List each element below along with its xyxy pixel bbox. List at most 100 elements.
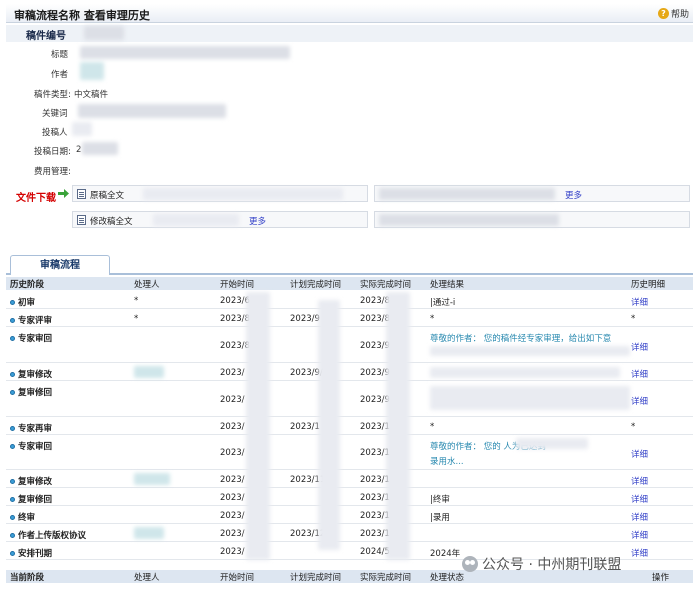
stage-cell: 作者上传版权协议: [10, 529, 86, 541]
table-row: 复审修改 2023/ 2023/9/ 2023/9 详细: [6, 364, 693, 381]
stage-cell: 复审修回: [10, 493, 52, 505]
table-row: 复审修回 2023/ 2023/9 详细: [6, 382, 693, 417]
tab-bar: 审稿流程: [6, 255, 693, 275]
submitter-label: 投稿人: [42, 128, 68, 138]
result-cell: 2024年: [430, 549, 461, 559]
result-cell: |通过-i: [430, 298, 456, 308]
arrow-right-icon: [58, 189, 69, 198]
author-label: 作者: [51, 70, 69, 80]
start-cell: 2023/: [220, 511, 245, 521]
stage-cell: 专家审回: [10, 332, 52, 344]
result-cell: *: [430, 314, 435, 324]
col-current-actual: 实际完成时间: [360, 573, 412, 583]
detail-link[interactable]: 详细: [631, 547, 648, 559]
start-cell: 2023/: [220, 368, 245, 378]
start-cell: 2023/: [220, 448, 245, 458]
original-fulltext-link[interactable]: 原稿全文: [90, 189, 124, 201]
detail-link[interactable]: 详细: [631, 448, 648, 460]
detail-link[interactable]: 详细: [631, 296, 648, 308]
fee-label: 费用管理:: [34, 167, 71, 177]
wechat-icon: [462, 556, 478, 572]
keywords-label: 关键词: [42, 109, 68, 119]
bullet-icon: [10, 496, 15, 502]
bullet-icon: [10, 532, 15, 538]
manuscript-id-label: 稿件编号: [26, 31, 66, 42]
original-download-box: 原稿全文: [72, 185, 368, 202]
bullet-icon: [10, 550, 15, 556]
table-row: 终审 2023/ 2023/1 |录用 详细: [6, 507, 693, 524]
start-cell: 2023/: [220, 529, 245, 539]
table-row: 复审修改 2023/ 2023/11, 2023/1 详细: [6, 471, 693, 488]
col-planned-time: 计划完成时间: [290, 280, 342, 290]
help-icon: ?: [657, 8, 669, 19]
detail-link[interactable]: 详细: [631, 341, 648, 353]
plan-cell: 2023/1: [290, 422, 320, 432]
col-detail: 历史明细: [631, 280, 666, 290]
result-cell-continued: 录用水...: [430, 457, 464, 467]
start-cell: 2023/: [220, 395, 245, 405]
result-cell: |终审: [430, 495, 450, 505]
col-current-handler: 处理人: [134, 573, 160, 583]
date-value: 2: [76, 145, 82, 155]
bullet-icon: [10, 335, 15, 341]
detail-cell: *: [631, 422, 636, 432]
result-cell: |录用: [430, 513, 450, 523]
table-row: 专家评审 * 2023/8 2023/9 2023/8 * *: [6, 310, 693, 327]
detail-link[interactable]: 详细: [631, 475, 648, 487]
start-cell: 2023/: [220, 547, 245, 557]
detail-link[interactable]: 详细: [631, 395, 648, 407]
stage-cell: 专家再审: [10, 422, 52, 434]
watermark: 公众号 · 中州期刊联盟: [462, 554, 621, 574]
col-current-start: 开始时间: [220, 573, 255, 583]
table-row: 初审 * 2023/6 2023/8 |通过-i 详细: [6, 292, 693, 309]
bullet-icon: [10, 425, 15, 431]
type-value: 中文稿件: [74, 90, 109, 100]
table-row: 复审修回 2023/ 2023/1 |终审 详细: [6, 489, 693, 506]
detail-link[interactable]: 详细: [631, 529, 648, 541]
bullet-icon: [10, 514, 15, 520]
result-cell: 尊敬的作者： 您的稿件经专家审理，给出如下意: [430, 334, 612, 344]
stage-cell: 复审修回: [10, 386, 52, 398]
start-cell: 2023/: [220, 475, 245, 485]
title-label: 标题: [51, 50, 69, 60]
stage-cell: 复审修改: [10, 368, 52, 380]
col-current-status: 处理状态: [430, 573, 465, 583]
bullet-icon: [10, 299, 15, 305]
result-cell: *: [430, 422, 435, 432]
col-current-operation: 操作: [652, 573, 670, 583]
detail-link[interactable]: 详细: [631, 368, 648, 380]
col-start-time: 开始时间: [220, 280, 255, 290]
table-row: 专家再审 2023/ 2023/1 2023/1 * *: [6, 418, 693, 435]
more-link-1[interactable]: 更多: [565, 189, 582, 201]
stage-cell: 专家评审: [10, 314, 52, 326]
stage-cell: 安排刊期: [10, 547, 52, 559]
table-row: 作者上传版权协议 2023/ 2023/12/ 2023/1 详细: [6, 525, 693, 542]
stage-cell: 终审: [10, 511, 35, 523]
table-row: 专家审回 2023/8 2023/9 尊敬的作者： 您的稿件经专家审理，给出如下…: [6, 328, 693, 363]
detail-link[interactable]: 详细: [631, 493, 648, 505]
help-label: 帮助: [670, 10, 689, 20]
start-cell: 2023/: [220, 493, 245, 503]
type-label: 稿件类型:: [34, 90, 71, 100]
bullet-icon: [10, 389, 15, 395]
tab-review-process[interactable]: 审稿流程: [10, 255, 110, 275]
more-link-2[interactable]: 更多: [249, 215, 266, 227]
detail-link[interactable]: 详细: [631, 511, 648, 523]
col-current-stage: 当前阶段: [10, 573, 45, 583]
page-title: 审稿流程名称 查看审理历史: [14, 9, 150, 22]
title-bar: 审稿流程名称 查看审理历史 ? 帮助: [6, 4, 693, 23]
file-download-label: 文件下载: [16, 193, 56, 204]
col-result: 处理结果: [430, 280, 465, 290]
document-icon: [77, 215, 86, 225]
history-table-header: 历史阶段 处理人 开始时间 计划完成时间 实际完成时间 处理结果 历史明细: [6, 277, 693, 290]
plan-cell: 2023/9: [290, 314, 320, 324]
help-link[interactable]: ? 帮助: [657, 7, 689, 20]
col-handler: 处理人: [134, 280, 160, 290]
start-cell: 2023/: [220, 422, 245, 432]
revised-fulltext-link[interactable]: 修改稿全文: [90, 215, 133, 227]
handler-cell: *: [134, 314, 139, 324]
stage-cell: 初审: [10, 296, 35, 308]
detail-cell: *: [631, 314, 636, 324]
stage-cell: 专家审回: [10, 440, 52, 452]
revised-download-box: 修改稿全文 更多: [72, 211, 368, 228]
